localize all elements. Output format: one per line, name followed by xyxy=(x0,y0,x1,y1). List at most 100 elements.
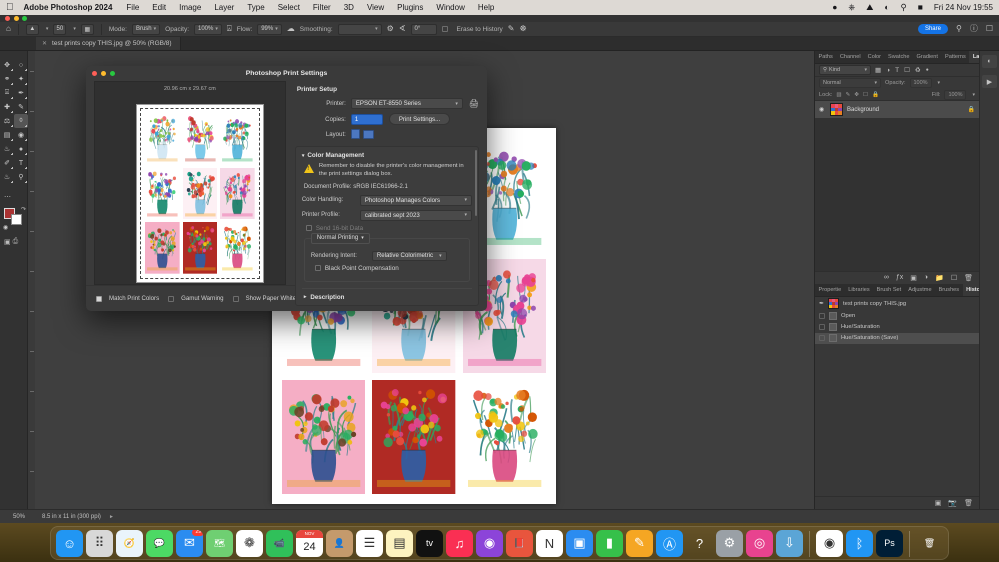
dodge-tool[interactable]: ● xyxy=(14,142,28,156)
menu-layer[interactable]: Layer xyxy=(214,3,234,12)
menu-window[interactable]: Window xyxy=(436,3,464,12)
chevron-down-icon[interactable]: ▾ xyxy=(46,26,49,32)
dock-item-calendar[interactable]: NOV24 xyxy=(296,530,323,557)
dock-item-finder[interactable]: ☺ xyxy=(56,530,83,557)
dock-item-contacts[interactable]: 👤 xyxy=(326,530,353,557)
filter-toggle-icon[interactable]: ● xyxy=(926,67,929,73)
dock-item-safari[interactable]: 🧭 xyxy=(116,530,143,557)
document-tab[interactable]: ✕ test prints copy THIS.jpg @ 50% (RGB/8… xyxy=(36,37,181,50)
menu-select[interactable]: Select xyxy=(278,3,300,12)
zoom-level[interactable]: 50% xyxy=(0,514,30,520)
history-state-row[interactable]: Open xyxy=(815,311,979,322)
history-state-row-active[interactable]: Hue/Saturation (Save) xyxy=(815,333,979,344)
description-section[interactable]: ▸ Description xyxy=(302,288,472,301)
screen-mode-icon[interactable]: ⎙ xyxy=(13,238,19,246)
airbrush-icon[interactable]: ☁ xyxy=(287,25,295,33)
adjustment-layer-icon[interactable]: ◑ xyxy=(924,274,928,281)
print-preview-sheet[interactable] xyxy=(136,104,264,283)
tab-gradients[interactable]: Gradient xyxy=(913,51,941,63)
help-icon[interactable]: ⓘ xyxy=(970,25,978,33)
actions-icon[interactable]: ▶ xyxy=(982,75,997,88)
dock-item-pages[interactable]: ✎ xyxy=(626,530,653,557)
close-button[interactable] xyxy=(5,16,10,21)
match-print-colors-option[interactable]: Match Print Colors xyxy=(96,295,159,302)
print-preview-pane[interactable]: 20.96 cm x 29.67 cm xyxy=(94,81,286,285)
more-tools-icon[interactable]: ⋯ xyxy=(4,193,27,201)
menu-view[interactable]: View xyxy=(367,3,384,12)
smoothing-input[interactable]: ▾ xyxy=(338,24,382,35)
layer-row-background[interactable]: ◉ Background 🔒 xyxy=(815,101,979,118)
dock-item-apple-tv[interactable]: tv xyxy=(416,530,443,557)
copies-input[interactable]: 1 xyxy=(351,114,383,125)
zoom-button[interactable] xyxy=(22,16,27,21)
dock-item-launchpad[interactable]: ⠿ xyxy=(86,530,113,557)
gear-icon[interactable]: ⚙ xyxy=(387,25,394,33)
share-button[interactable]: Share xyxy=(918,24,948,34)
workspace-icon[interactable]: ☐ xyxy=(986,25,993,33)
history-brush-tool[interactable]: ▤ xyxy=(0,128,14,142)
brush-preset-icon[interactable]: ▲ xyxy=(26,24,39,35)
rendering-intent-select[interactable]: Relative Colorimetric ▾ xyxy=(372,251,447,261)
zoom-tool[interactable]: ⚲ xyxy=(14,170,28,184)
black-point-compensation-checkbox[interactable] xyxy=(315,265,321,271)
apple-logo-icon[interactable]:  xyxy=(6,3,14,13)
dock-item-system-settings[interactable]: ⚙ xyxy=(716,530,743,557)
symmetry-icon[interactable]: ☸ xyxy=(519,25,526,33)
elliptical-marquee-tool[interactable]: ○ xyxy=(14,58,28,72)
normal-printing-select[interactable]: Normal Printing ▾ xyxy=(311,233,370,244)
flow-input[interactable]: 99%▾ xyxy=(257,24,282,35)
match-print-colors-checkbox[interactable] xyxy=(96,296,102,302)
new-snapshot-icon[interactable]: 📷 xyxy=(948,499,957,507)
dock-item-numbers[interactable]: ▮ xyxy=(596,530,623,557)
history-icon[interactable]: ◐ xyxy=(982,55,997,68)
printer-select[interactable]: EPSON ET-8550 Series ▾ xyxy=(351,98,463,109)
search-icon[interactable]: ⚲ xyxy=(956,25,962,33)
pressure-opacity-icon[interactable]: ⍓ xyxy=(227,25,232,33)
gradient-tool[interactable]: ◉ xyxy=(14,128,28,142)
pixel-layer-filter-icon[interactable]: ▦ xyxy=(875,66,881,74)
gamut-warning-checkbox[interactable] xyxy=(168,296,174,302)
lock-artboard-icon[interactable]: ☐ xyxy=(863,92,868,98)
history-snapshot-row[interactable]: ✒ test prints copy THIS.jpg xyxy=(815,297,979,311)
delete-state-icon[interactable]: 🗑 xyxy=(964,499,973,507)
dock-item-notes[interactable]: ▤ xyxy=(386,530,413,557)
swap-colors-icon[interactable]: ↷ xyxy=(21,206,26,213)
portrait-orientation-icon[interactable] xyxy=(351,129,360,139)
wifi-icon[interactable]: ◐ xyxy=(884,3,889,12)
fx-icon[interactable]: ƒx xyxy=(896,274,903,281)
menubar-clock[interactable]: Fri 24 Nov 19:55 xyxy=(934,3,993,12)
eraser-tool[interactable]: ⌽ xyxy=(14,114,28,128)
dock-item-freeform[interactable]: N xyxy=(536,530,563,557)
tab-color[interactable]: Color xyxy=(864,51,884,63)
chevron-down-icon[interactable]: ▾ xyxy=(938,80,941,86)
dock-item-trash[interactable]: 🗑 xyxy=(916,530,943,557)
background-color-swatch[interactable] xyxy=(11,214,22,225)
chevron-right-icon[interactable]: ▸ xyxy=(304,294,307,300)
magic-wand-tool[interactable]: ✦ xyxy=(14,72,28,86)
lock-image-icon[interactable]: ✎ xyxy=(846,92,851,98)
dock-item-keynote[interactable]: ▣ xyxy=(566,530,593,557)
dock-item-adobe-photoshop[interactable]: Ps xyxy=(876,530,903,557)
shape-layer-filter-icon[interactable]: ☐ xyxy=(904,66,910,74)
brush-tool[interactable]: ✎ xyxy=(14,100,28,114)
tab-patterns[interactable]: Patterns xyxy=(941,51,969,63)
spotlight-icon[interactable]: ⚲ xyxy=(900,3,906,12)
menu-plugins[interactable]: Plugins xyxy=(397,3,423,12)
new-document-from-state-icon[interactable]: ▣ xyxy=(935,499,942,507)
tab-brushes[interactable]: Brushes xyxy=(935,284,963,296)
vpn-icon[interactable]: ⛰ xyxy=(866,3,873,12)
menubar-app-name[interactable]: Adobe Photoshop 2024 xyxy=(24,3,113,12)
lock-position-icon[interactable]: ✥ xyxy=(854,92,859,98)
gamut-warning-option[interactable]: Gamut Warning xyxy=(168,295,223,302)
add-mask-icon[interactable]: ▣ xyxy=(910,274,917,282)
dock-item-messages[interactable]: 💬 xyxy=(146,530,173,557)
close-icon[interactable]: ✕ xyxy=(42,40,47,47)
scrollbar[interactable] xyxy=(475,150,477,216)
menu-3d[interactable]: 3D xyxy=(344,3,354,12)
dock-item-app-store-books[interactable]: 📕 xyxy=(506,530,533,557)
dock-item-podcasts[interactable]: ◉ xyxy=(476,530,503,557)
tab-paths[interactable]: Paths xyxy=(815,51,836,63)
clone-stamp-tool[interactable]: ⚖ xyxy=(0,114,14,128)
eye-icon[interactable]: ◉ xyxy=(819,106,826,113)
chevron-right-icon[interactable]: ► xyxy=(109,514,114,520)
